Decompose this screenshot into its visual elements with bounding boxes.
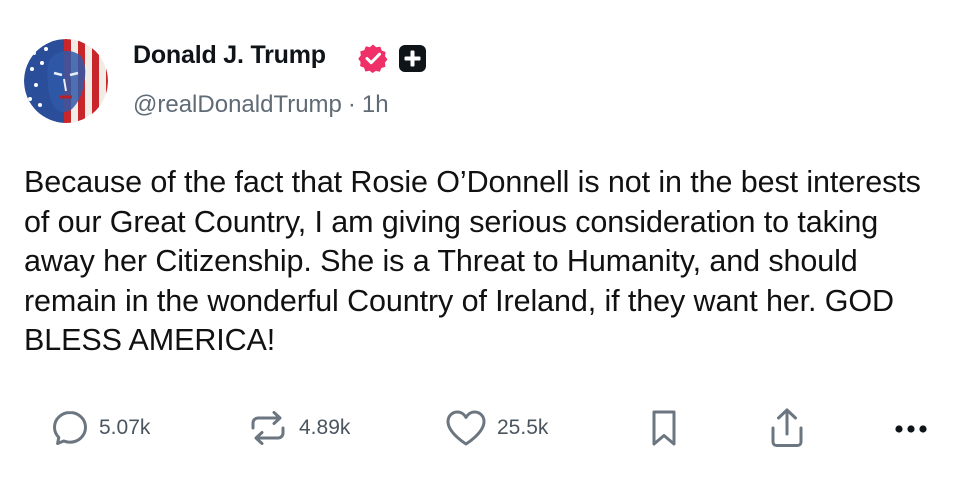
more-button[interactable] bbox=[889, 404, 933, 452]
more-icon bbox=[895, 425, 927, 433]
post-timestamp[interactable]: 1h bbox=[362, 91, 389, 118]
share-button[interactable] bbox=[767, 404, 807, 452]
avatar[interactable] bbox=[24, 39, 108, 123]
reply-button[interactable]: 5.07k bbox=[50, 404, 150, 452]
like-button[interactable]: 25.5k bbox=[444, 404, 548, 452]
verified-badge-icon bbox=[358, 44, 388, 73]
reply-count: 5.07k bbox=[99, 416, 151, 439]
like-count: 25.5k bbox=[497, 416, 549, 439]
heart-icon bbox=[446, 410, 486, 446]
author-handle[interactable]: @realDonaldTrump bbox=[133, 91, 342, 118]
action-bar: 5.07k 4.89k 25.5k bbox=[0, 404, 972, 452]
repost-button[interactable]: 4.89k bbox=[246, 404, 350, 452]
post-meta: @realDonaldTrump · 1h bbox=[133, 91, 389, 119]
plus-badge-icon bbox=[399, 45, 426, 72]
post-card: Donald J. Trump @realDonaldTrump · 1h Beca… bbox=[0, 0, 972, 482]
repost-count: 4.89k bbox=[299, 416, 351, 439]
display-name[interactable]: Donald J. Trump bbox=[133, 41, 326, 70]
meta-separator: · bbox=[347, 91, 356, 118]
avatar-portrait-flag-icon bbox=[24, 39, 108, 123]
repost-icon bbox=[251, 411, 285, 445]
bookmark-button[interactable] bbox=[648, 404, 680, 452]
bookmark-icon bbox=[652, 410, 676, 446]
post-text: Because of the fact that Rosie O’Donnell… bbox=[24, 165, 921, 357]
reply-icon bbox=[53, 411, 87, 445]
share-icon bbox=[771, 408, 803, 447]
